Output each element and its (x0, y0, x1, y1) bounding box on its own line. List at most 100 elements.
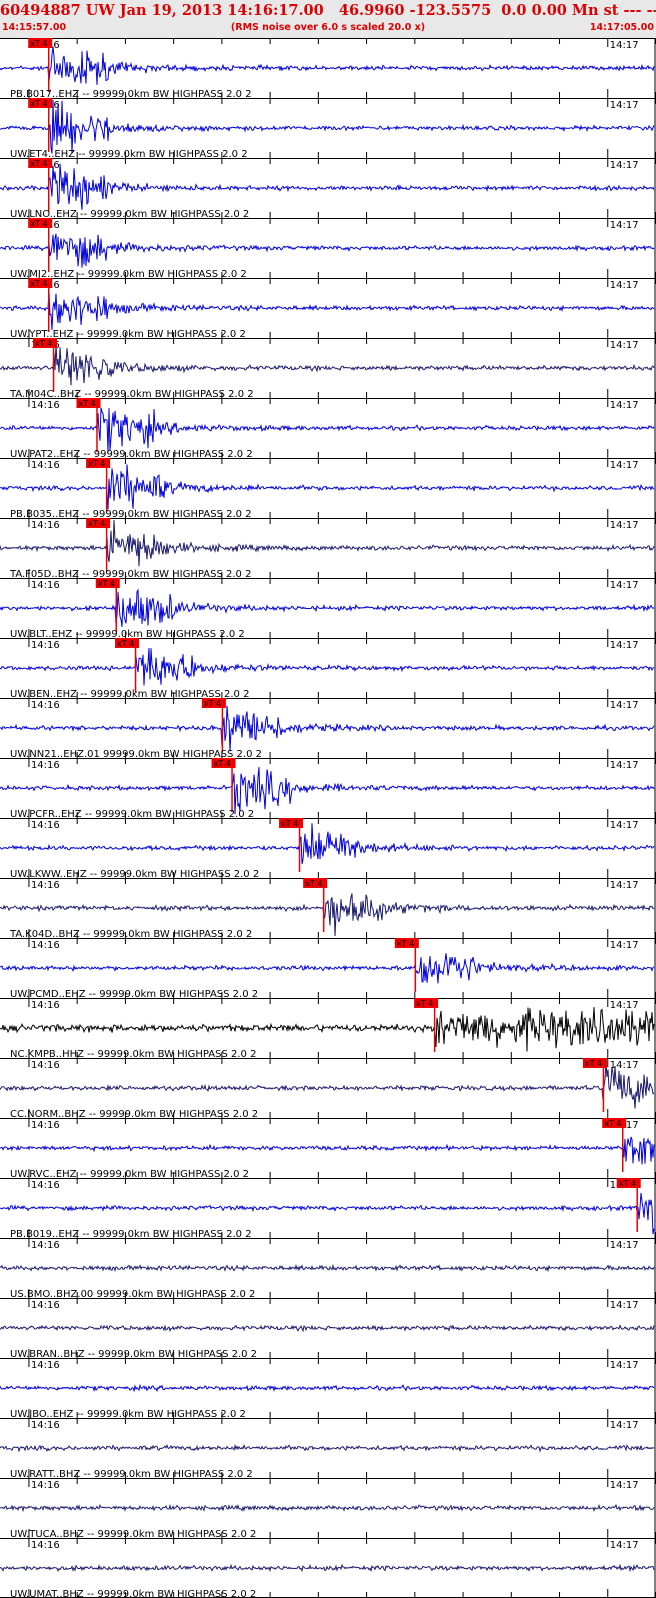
trace-panel: 14:16 14:17UW.TUCA..BHZ -- 99999.0km BW H… (0, 1478, 656, 1540)
trace-panel: 14:16 14:17xT 4UW.PAT2..EHZ -- 99999.0km … (0, 398, 656, 460)
pick-label: xT 4 (98, 579, 115, 588)
minute-label: 14:16 (31, 820, 60, 831)
minute-label: 14:17 (610, 1300, 639, 1311)
waveform (0, 1007, 655, 1052)
pick-label: xT 4 (416, 999, 433, 1008)
trace-panel: 14:1614:17xT 4TA.M04C..BHZ -- 99999.0km … (0, 338, 656, 400)
waveform (0, 407, 655, 453)
minute-label: 14:17 (610, 1060, 639, 1071)
minute-label: 14:17 (610, 1480, 639, 1491)
minute-label: 14:17 (610, 1000, 639, 1011)
minute-label: 14:16 (31, 1360, 60, 1371)
pick-label: xT 4 (88, 519, 105, 528)
minute-label: 14:16 (31, 1300, 60, 1311)
minute-label: 14:17 (610, 280, 639, 291)
trace-panel: 14:16 14:17xT 4TA.K04D..BHZ -- 99999.0km … (0, 878, 656, 940)
end-time: 14:17:05.00 (589, 22, 654, 33)
waveform (0, 342, 655, 386)
pick-label: xT 4 (585, 1059, 602, 1068)
trace-panel: 14:1614:17xT 4PB.B019..EHZ -- 99999.0km … (0, 1178, 656, 1240)
pick-label: xT 4 (30, 159, 47, 168)
pick-label: xT 4 (305, 879, 322, 888)
waveform (0, 1062, 655, 1109)
minute-label: 14:17 (610, 940, 639, 951)
waveform (0, 1443, 655, 1453)
pick-label: xT 4 (30, 219, 47, 228)
minute-label: 14:17 (610, 520, 639, 531)
waveform (0, 99, 655, 154)
minute-label: 14:17 (610, 760, 639, 771)
pick-label: xT 4 (214, 759, 231, 768)
pick-label: xT 4 (88, 459, 105, 468)
minute-label: 14:16 (31, 400, 60, 411)
trace-panel: 14:16 14:17 UW.UMAT..BHZ -- 99999.0km BW H… (0, 1538, 656, 1598)
minute-label: 14:17 (610, 220, 639, 231)
minute-label: 14:17 (610, 40, 639, 51)
trace-panel: 14:16 14:17xT 4NC.KMPB..HHZ -- 99999.0km … (0, 998, 656, 1060)
trace-panel: 14:16 14:17US.BMO..BHZ.00 99999.0km BW HI… (0, 1238, 656, 1300)
minute-label: 14:16 (31, 880, 60, 891)
trace-panel: 14:16 14:17xT 4UW.LKWW..EHZ -- 99999.0km … (0, 818, 656, 880)
minute-label: 14:17 (610, 1240, 639, 1251)
trace-panel: 14:1614:17xT 4UW.ET4..EHZ -- 99999.0km B… (0, 98, 656, 160)
pick-label: xT 4 (604, 1119, 621, 1128)
trace-panel: 14:16 14:17UW.BRAN..BHZ -- 99999.0km BW H… (0, 1298, 656, 1360)
trace-panel: 14:1614:17xT 4UW.RVC..EHZ -- 99999.0km B… (0, 1118, 656, 1180)
trace-panel: 14:1614:17xT 4UW.YPT..EHZ -- 99999.0km B… (0, 278, 656, 340)
minute-label: 14:17 (610, 1360, 639, 1371)
minute-label: 14:16 (31, 700, 60, 711)
trace-panel: 14:16 14:17xT 4CC.NORM..BHZ -- 99999.0km … (0, 1058, 656, 1120)
minute-label: 14:17 (610, 460, 639, 471)
minute-label: 14:16 (31, 1180, 60, 1191)
waveform (0, 953, 655, 984)
minute-label: 14:16 (31, 1000, 60, 1011)
waveform (0, 823, 655, 865)
trace-panel: 14:16 14:17xT 4UW.PCFR..EHZ -- 99999.0km … (0, 758, 656, 820)
waveform (0, 1383, 655, 1393)
waveform (0, 1324, 655, 1333)
minute-label: 14:17 (610, 700, 639, 711)
station-label: UW.UMAT..BHZ -- 99999.0km BW HIGHPASS 2.… (10, 1589, 256, 1598)
pick-label: xT 4 (281, 819, 298, 828)
minute-label: 14:16 (31, 520, 60, 531)
minute-label: 14:16 (31, 580, 60, 591)
minute-label: 14:16 (31, 1240, 60, 1251)
waveform (0, 1136, 655, 1165)
minute-label: 14:17 (610, 340, 639, 351)
pick-label: xT 4 (619, 1179, 636, 1188)
pick-label: xT 4 (397, 939, 414, 948)
scale-note: (RMS noise over 6.0 s scaled 20.0 x) (230, 22, 426, 33)
waveform (0, 464, 655, 510)
minute-label: 14:16 (31, 1480, 60, 1491)
waveform (0, 291, 655, 331)
minute-label: 14:17 (610, 1420, 639, 1431)
minute-label: 14:17 (610, 880, 639, 891)
pick-label: xT 4 (30, 279, 47, 288)
minute-label: 14:17 (610, 400, 639, 411)
waveform (0, 46, 655, 85)
minute-label: 14:16 (31, 760, 60, 771)
minute-label: 14:16 (31, 1120, 60, 1131)
minute-label: 14:16 (31, 1540, 60, 1551)
waveform (0, 1563, 655, 1573)
pick-label: xT 4 (78, 399, 95, 408)
minute-label: 14:16 (31, 640, 60, 651)
pick-label: xT 4 (204, 699, 221, 708)
pick-label: xT 4 (35, 339, 52, 348)
minute-label: 14:17 (610, 160, 639, 171)
trace-panel: 14:16 14:17xT 4UW.BLT..EHZ -- 99999.0km B… (0, 578, 656, 640)
minute-label: 14:17 (610, 640, 639, 651)
waveform (0, 1503, 655, 1513)
waveform (0, 588, 655, 627)
trace-panel: 14:16 14:17xT 4UW.NN21..EHZ.01 99999.0km … (0, 698, 656, 760)
event-title: 60494887 UW Jan 19, 2013 14:16:17.00 46.… (0, 2, 656, 19)
waveform (0, 163, 655, 210)
minute-label: 14:16 (31, 940, 60, 951)
waveform (0, 1192, 655, 1235)
trace-panel: 14:16 14:17UW.JBO..EHZ -- 99999.0km BW HI… (0, 1358, 656, 1420)
trace-panel: 14:16 14:17xT 4TA.F05D..BHZ -- 99999.0km … (0, 518, 656, 580)
pick-label: xT 4 (30, 39, 47, 48)
minute-label: 14:16 (31, 460, 60, 471)
minute-label: 14:17 (610, 580, 639, 591)
trace-panel: 14:1614:17xT 4UW.MJ2..EHZ -- 99999.0km B… (0, 218, 656, 280)
